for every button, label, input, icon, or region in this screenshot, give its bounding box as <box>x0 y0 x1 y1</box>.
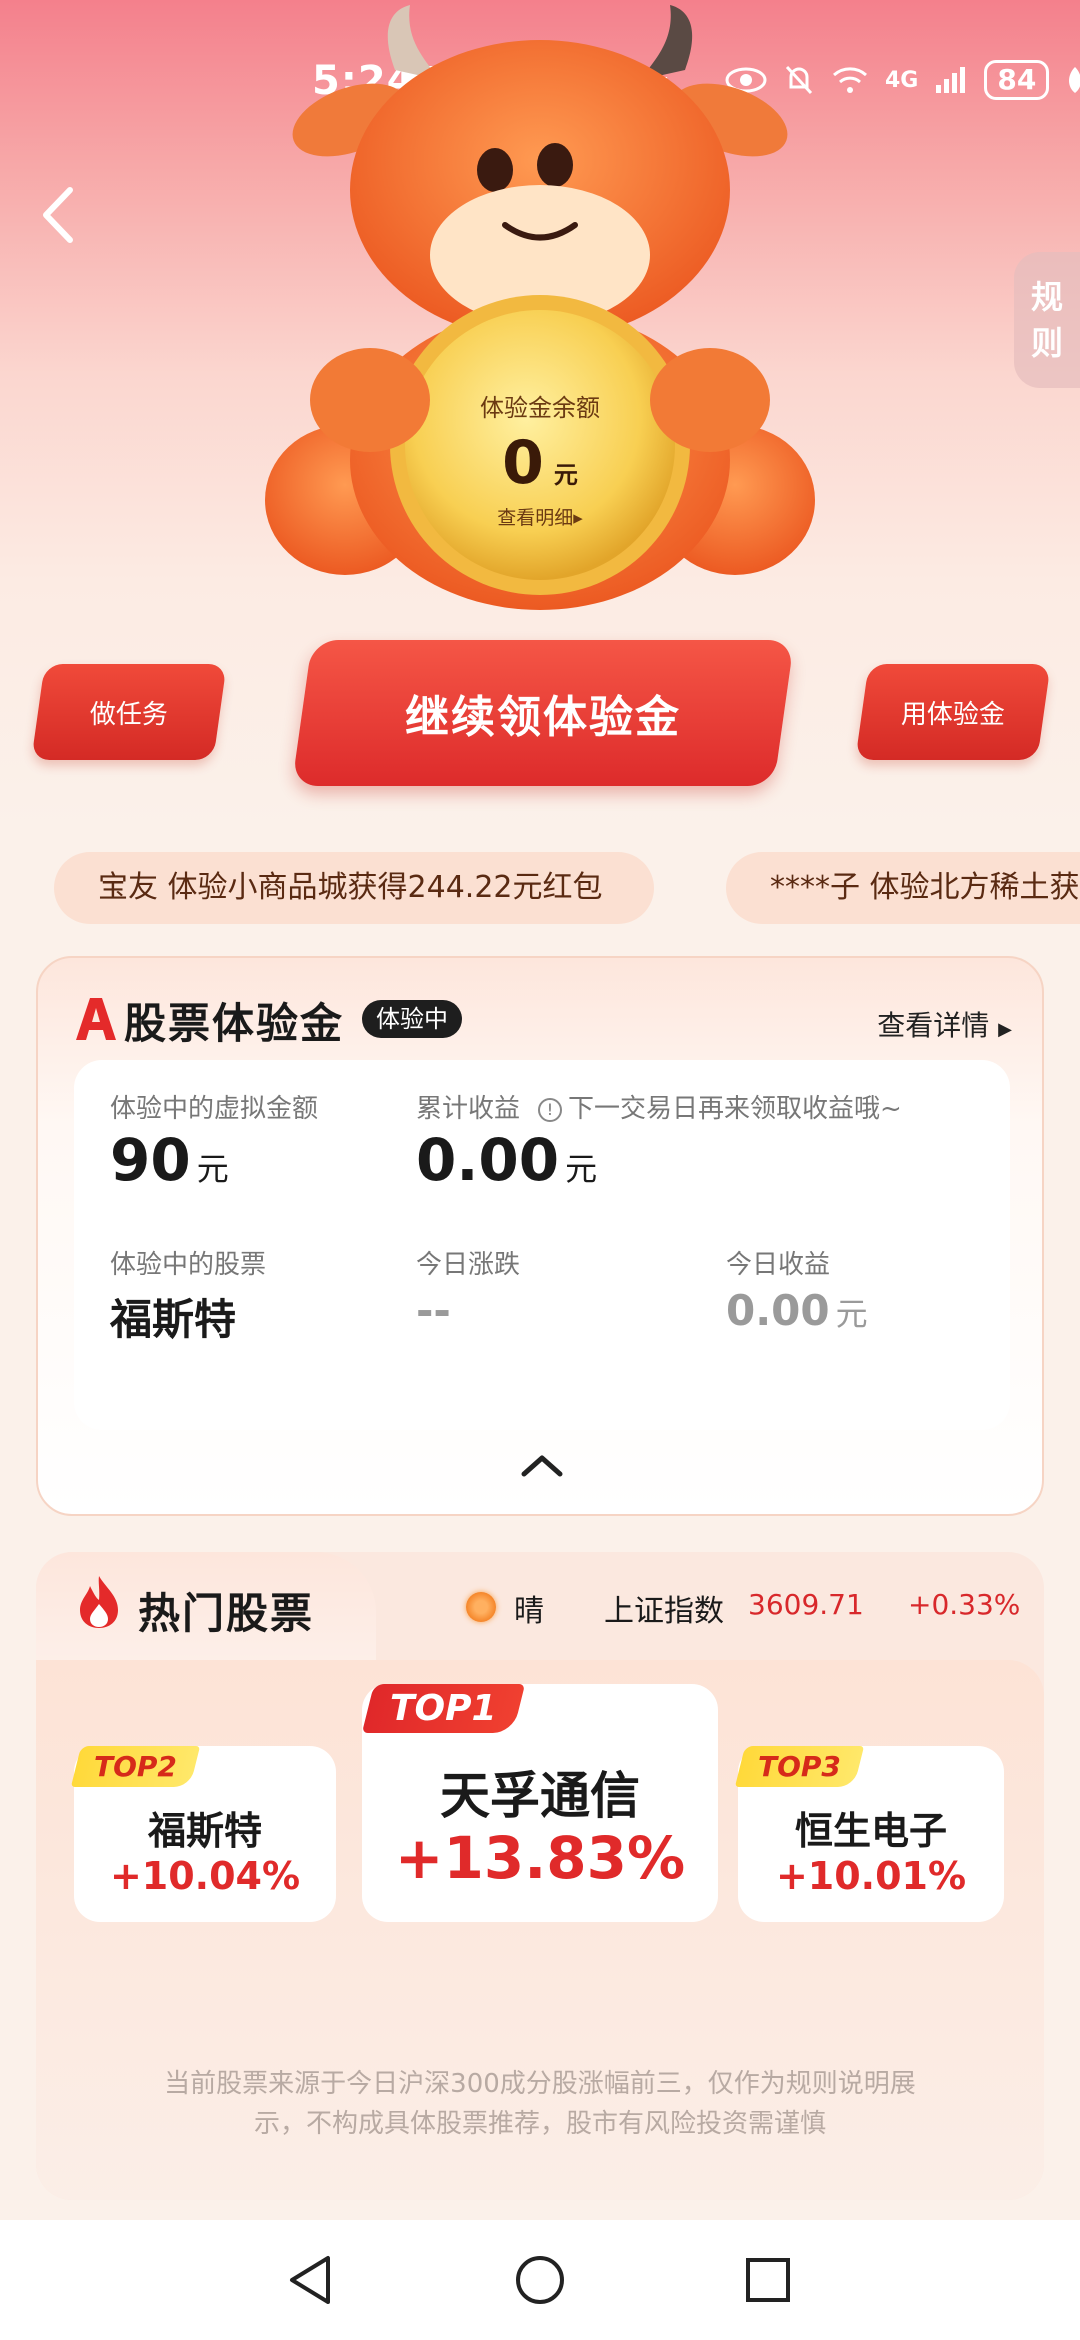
collapse-chevron-up-icon[interactable] <box>520 1450 564 1480</box>
stock-change: +10.01% <box>775 1854 967 1898</box>
nav-recents-icon[interactable] <box>738 2250 798 2310</box>
disclaimer: 当前股票来源于今日沪深300成分股涨幅前三，仅作为规则说明展 示，不构成具体股票… <box>110 2064 970 2144</box>
nav-back-icon[interactable] <box>282 2250 342 2310</box>
claim-button-label: 继续领体验金 <box>405 692 681 743</box>
network-type: 4G <box>885 67 919 93</box>
today-income-unit: 元 <box>835 1295 868 1333</box>
a-share-logo-icon <box>76 998 116 1040</box>
view-details-link[interactable]: 查看详情 ▶ <box>877 1004 1012 1044</box>
experience-stock-name: 福斯特 <box>110 1295 237 1344</box>
view-details-label: 查看详情 <box>877 1009 990 1042</box>
cumulative-income-unit: 元 <box>565 1150 598 1188</box>
coin-balance-value: 0 <box>502 428 544 498</box>
use-experience-fund-button[interactable]: 用体验金 <box>855 664 1051 760</box>
today-change-label: 今日涨跌 <box>416 1250 521 1280</box>
coin-label: 体验金余额 <box>480 394 600 422</box>
top1-tag-text: TOP1 <box>390 1688 497 1729</box>
system-navigation-bar <box>0 2220 1080 2340</box>
rules-tab-char: 规 <box>1030 278 1063 316</box>
stock-name: 福斯特 <box>147 1809 262 1853</box>
rules-tab[interactable]: 规 则 <box>1014 252 1080 388</box>
back-arrow-icon[interactable] <box>28 180 88 250</box>
today-income: 0.00 元 <box>726 1286 868 1335</box>
index-name: 上证指数 <box>604 1594 724 1629</box>
claim-experience-fund-button[interactable]: 继续领体验金 <box>291 640 795 786</box>
rules-tab-char: 则 <box>1030 324 1063 362</box>
do-tasks-label: 做任务 <box>89 699 168 730</box>
top2-tag-text: TOP2 <box>94 1750 177 1783</box>
cumulative-income: 0.00 元 <box>416 1126 597 1194</box>
stock-experience-card: 股票体验金 体验中 查看详情 ▶ 体验中的虚拟金额 累计收益! 下一交易日再来领取… <box>36 956 1044 1516</box>
top3-tag: TOP3 <box>734 1746 865 1787</box>
battery-level: 84 <box>984 60 1050 100</box>
card-title: 股票体验金 <box>124 999 345 1048</box>
nav-home-icon[interactable] <box>510 2250 570 2310</box>
market-weather: 晴 <box>514 1594 544 1629</box>
experience-stock-label: 体验中的股票 <box>110 1250 267 1280</box>
leaf-icon <box>1069 67 1080 93</box>
stock-change: +10.04% <box>109 1854 301 1898</box>
cumulative-income-label-text: 累计收益 <box>416 1094 521 1124</box>
stock-change: +13.83% <box>394 1824 686 1892</box>
index-change: +0.33% <box>908 1588 1021 1621</box>
use-fund-label: 用体验金 <box>900 699 1005 730</box>
fire-icon <box>80 1576 118 1628</box>
virtual-amount-unit: 元 <box>196 1150 229 1188</box>
coin-balance: 0元 <box>440 428 640 498</box>
top3-tag-text: TOP3 <box>758 1750 841 1783</box>
do-tasks-button[interactable]: 做任务 <box>31 664 227 760</box>
virtual-amount-label: 体验中的虚拟金额 <box>110 1094 319 1124</box>
stock-name: 恒生电子 <box>794 1809 947 1853</box>
stock-name: 天孚通信 <box>440 1767 640 1825</box>
status-badge: 体验中 <box>362 1000 462 1038</box>
ticker-item: 宝友 体验小商品城获得244.22元红包 <box>54 852 654 924</box>
cumulative-income-value: 0.00 <box>416 1126 560 1194</box>
ticker-item: ****子 体验北方稀土获 <box>726 852 1080 924</box>
signal-icon <box>936 67 966 93</box>
disclaimer-line: 示，不构成具体股票推荐，股市有风险投资需谨慎 <box>253 2109 826 2139</box>
virtual-amount: 90 元 <box>110 1126 229 1194</box>
sun-icon <box>466 1592 496 1622</box>
coin-detail-link[interactable]: 查看明细▸ <box>440 503 640 530</box>
index-value: 3609.71 <box>748 1588 864 1621</box>
today-income-label: 今日收益 <box>726 1250 831 1280</box>
info-icon[interactable]: ! <box>538 1098 563 1122</box>
experience-details-panel: 体验中的虚拟金额 累计收益! 下一交易日再来领取收益哦~ 90 元 0.00 元 体验… <box>74 1060 1010 1430</box>
disclaimer-line: 当前股票来源于今日沪深300成分股涨幅前三，仅作为规则说明展 <box>164 2069 916 2099</box>
virtual-amount-value: 90 <box>110 1126 191 1194</box>
top1-tag: TOP1 <box>361 1684 525 1733</box>
today-income-value: 0.00 <box>726 1286 830 1335</box>
hot-stocks-title: 热门股票 <box>138 1589 315 1638</box>
triangle-right-icon: ▶ <box>998 1019 1012 1040</box>
coin-balance-unit: 元 <box>553 461 578 489</box>
cumulative-income-label: 累计收益! 下一交易日再来领取收益哦~ <box>416 1088 902 1125</box>
cumulative-tip: 下一交易日再来领取收益哦~ <box>568 1094 902 1124</box>
today-change-value: -- <box>416 1286 451 1335</box>
top2-tag: TOP2 <box>70 1746 201 1787</box>
